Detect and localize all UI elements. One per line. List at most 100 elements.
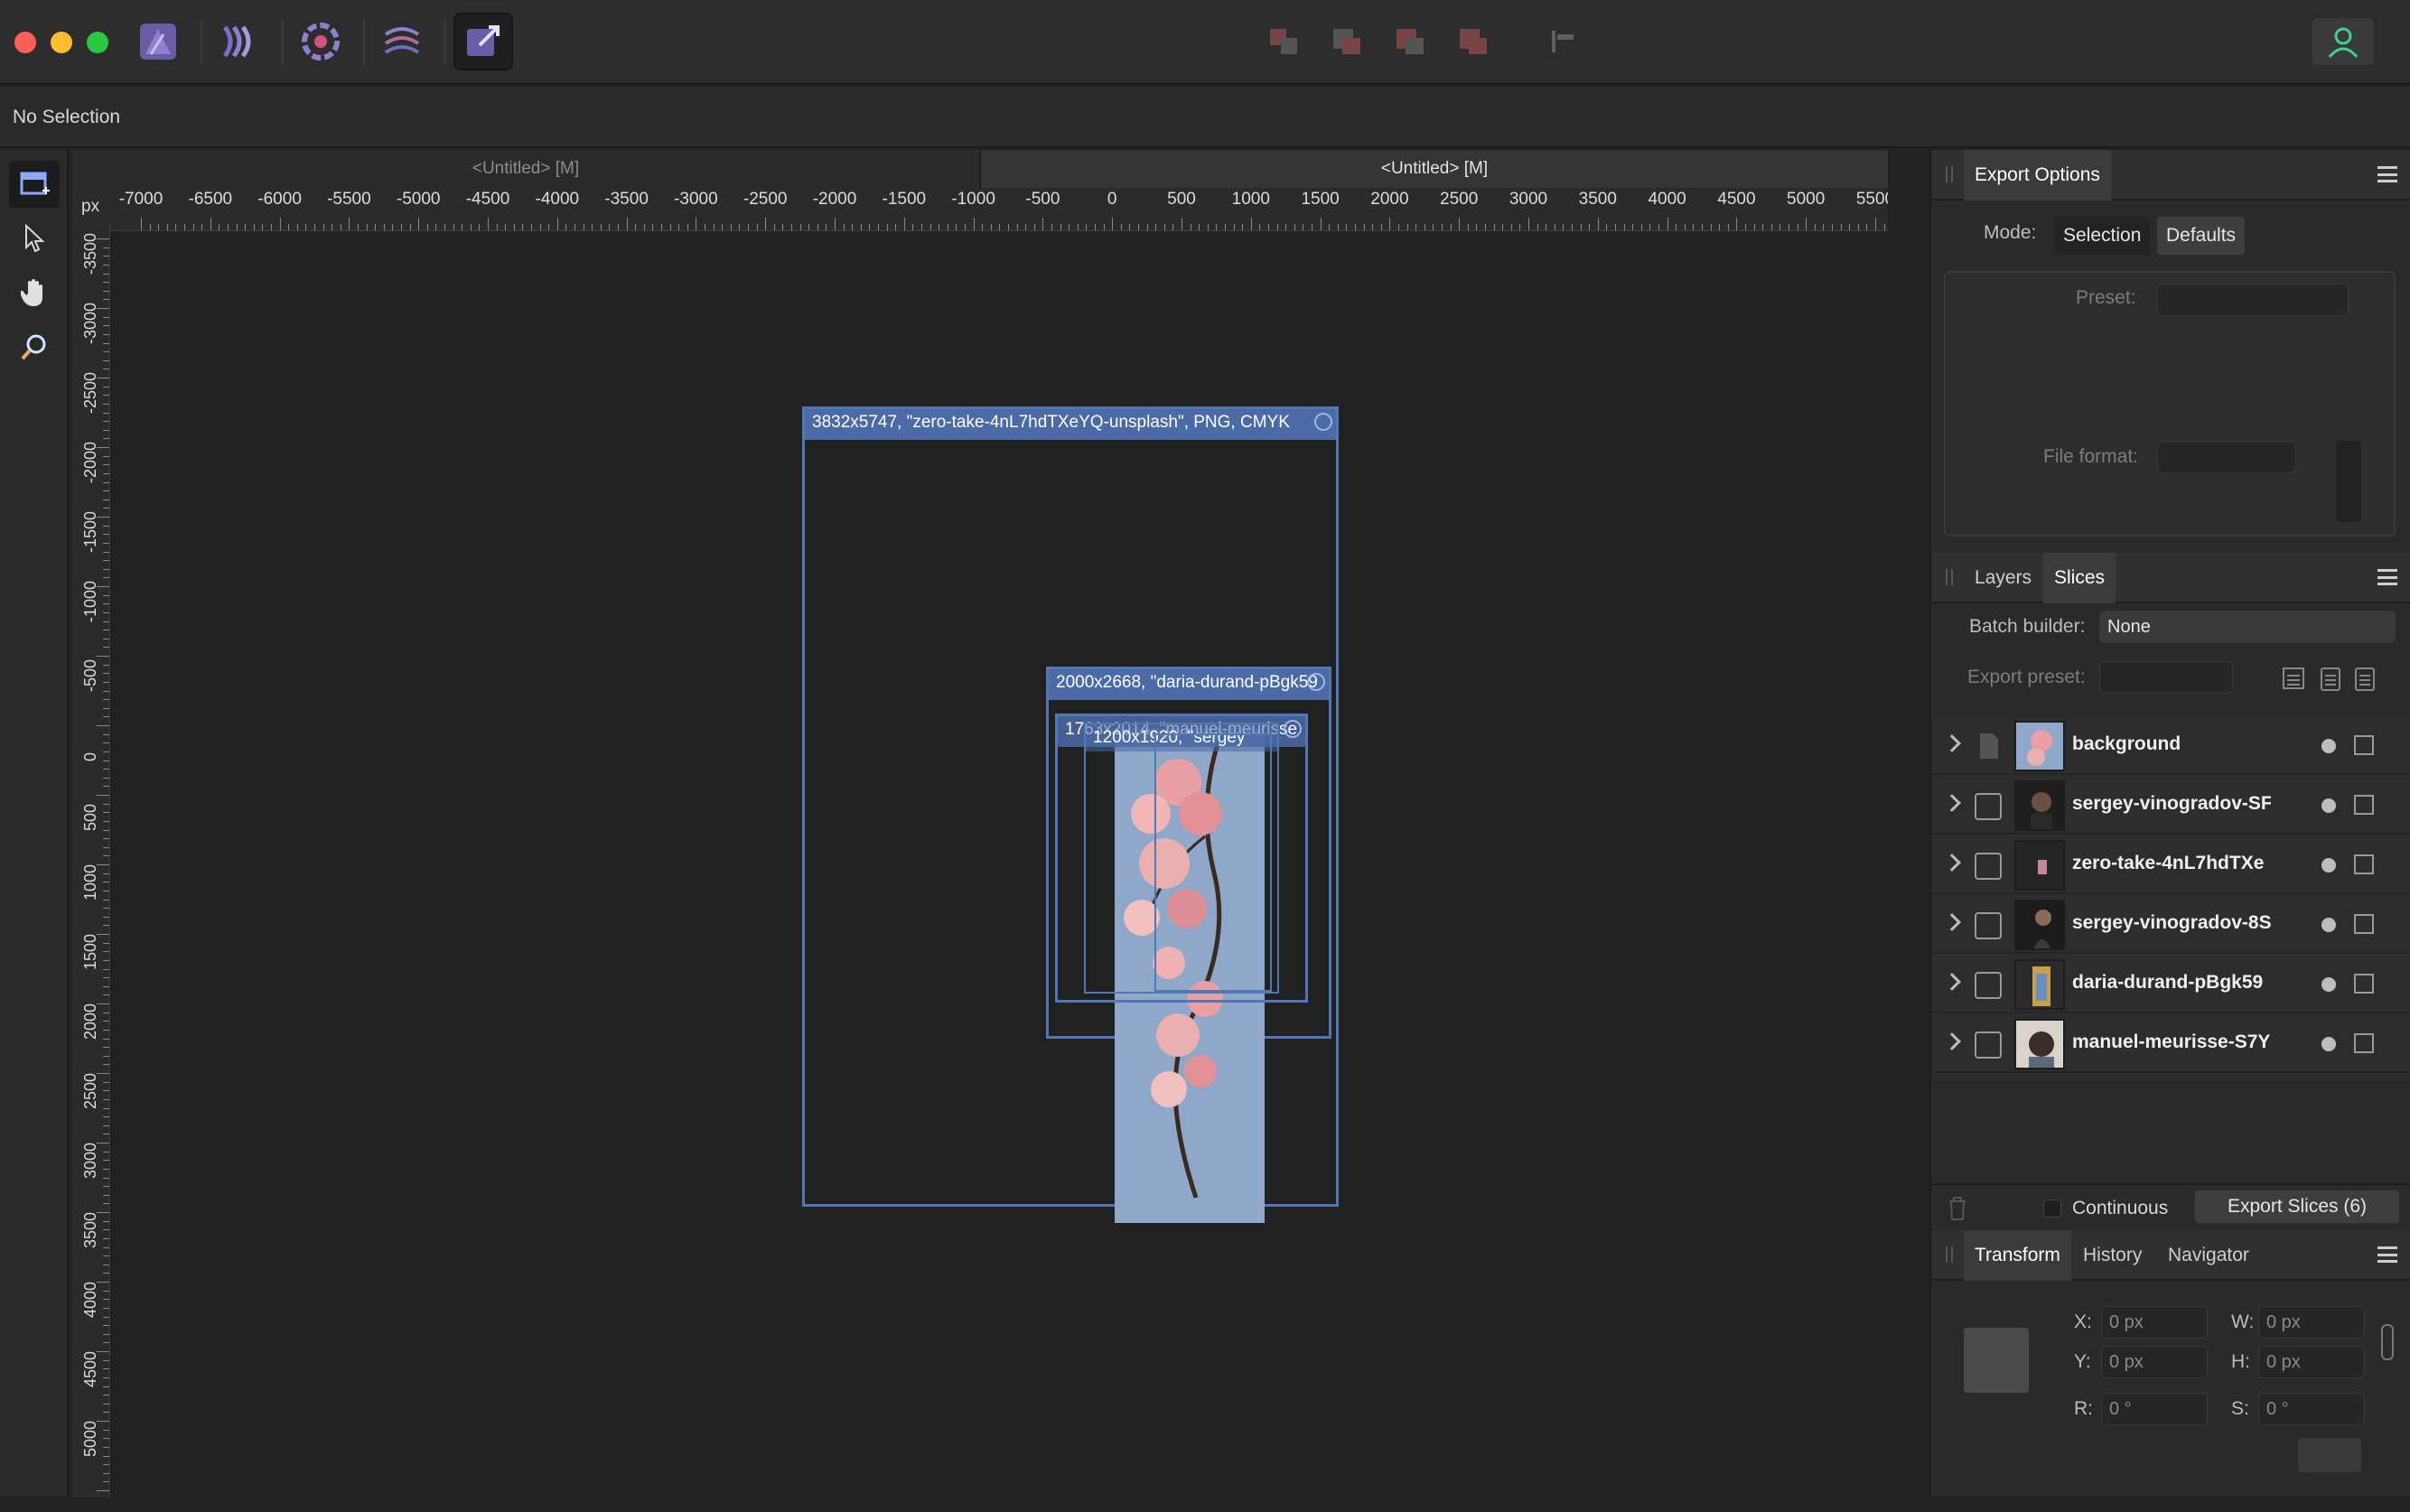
mode-selection-button[interactable]: Selection [2054, 217, 2151, 255]
transform-options-button[interactable] [2298, 1438, 2361, 1472]
trash-icon[interactable] [1946, 1194, 1969, 1221]
export-slice-icon[interactable] [2354, 974, 2374, 994]
shear-field[interactable]: 0 ° [2258, 1393, 2365, 1425]
visibility-dot-icon[interactable] [2321, 739, 2336, 753]
export-slice-icon[interactable] [2354, 854, 2374, 874]
export-slice-icon[interactable] [2354, 914, 2374, 934]
expand-chevron-icon[interactable] [1943, 794, 1961, 812]
slice-sergey-vinogradov-2[interactable] [1154, 733, 1272, 992]
export-slice-icon[interactable] [2354, 735, 2374, 755]
panel-menu-icon[interactable] [2377, 1246, 2397, 1263]
boolean-intersect-icon[interactable] [1393, 25, 1429, 58]
boolean-subtract-icon[interactable] [1330, 25, 1366, 58]
ruler-tick [1172, 224, 1174, 230]
visibility-dot-icon[interactable] [2321, 918, 2336, 932]
batch-builder-select[interactable]: None [2099, 611, 2396, 643]
export-persona-icon[interactable] [453, 13, 513, 70]
slice-export-circle[interactable] [1284, 720, 1302, 738]
ruler-tick [600, 224, 602, 230]
tone-mapping-persona-icon[interactable] [372, 13, 432, 70]
expand-chevron-icon[interactable] [1943, 1032, 1961, 1050]
visibility-dot-icon[interactable] [2321, 977, 2336, 992]
ruler-tick [592, 224, 593, 230]
lock-aspect-icon[interactable] [2381, 1324, 2394, 1360]
image-layer-icon [1975, 912, 2002, 939]
account-button[interactable] [2312, 18, 2374, 65]
continuous-checkbox[interactable] [2043, 1199, 2061, 1218]
tab-history[interactable]: History [2072, 1230, 2153, 1281]
export-options-scrollbar[interactable] [2336, 441, 2361, 522]
tab-transform[interactable]: Transform [1964, 1230, 2071, 1281]
delete-preset-icon[interactable] [2352, 665, 2379, 692]
tab-slices[interactable]: Slices [2043, 553, 2116, 603]
ruler-tick [322, 224, 324, 230]
slice-export-circle[interactable] [1307, 673, 1325, 691]
develop-persona-icon[interactable] [291, 13, 350, 70]
visibility-dot-icon[interactable] [2321, 1037, 2336, 1051]
panel-grip-icon[interactable] [1946, 166, 1953, 182]
visibility-dot-icon[interactable] [2321, 858, 2336, 873]
slice-row[interactable]: manuel-meurisse-S7Y [1931, 1015, 2410, 1073]
ruler-tick [97, 1490, 109, 1491]
panel-grip-icon[interactable] [1946, 569, 1953, 585]
expand-chevron-icon[interactable] [1943, 973, 1961, 991]
expand-chevron-icon[interactable] [1943, 854, 1961, 872]
ruler-tick [1285, 224, 1287, 230]
ruler-tick [97, 1003, 109, 1004]
anchor-point-selector[interactable] [1964, 1328, 2029, 1393]
panel-grip-icon[interactable] [1946, 1246, 1953, 1263]
tab-navigator[interactable]: Navigator [2157, 1230, 2260, 1281]
export-slice-icon[interactable] [2354, 1033, 2374, 1053]
ruler-tick [548, 224, 550, 230]
ruler-tick [1355, 224, 1356, 230]
zoom-window-button[interactable] [87, 32, 108, 53]
ruler-tick [1077, 224, 1079, 230]
canvas[interactable]: 3832x5747, "zero-take-4nL7hdTXeYQ-unspla… [110, 231, 1908, 1496]
tab-document-2[interactable]: <Untitled> [M] [981, 150, 1890, 188]
view-tool[interactable] [9, 269, 60, 316]
minimize-window-button[interactable] [51, 32, 72, 53]
tab-document-1[interactable]: <Untitled> [M] [72, 150, 981, 188]
ruler-tick [245, 224, 247, 230]
h-field[interactable]: 0 px [2258, 1346, 2365, 1378]
ruler-tick [97, 308, 109, 309]
ruler-tick [103, 838, 109, 840]
slice-row[interactable]: background [1931, 717, 2410, 775]
panel-menu-icon[interactable] [2377, 569, 2397, 585]
ruler-y-label: 1500 [81, 933, 99, 970]
slice-tool[interactable] [9, 161, 60, 208]
rotation-field[interactable]: 0 ° [2101, 1393, 2208, 1425]
zoom-tool[interactable] [9, 323, 60, 370]
boolean-add-icon[interactable] [1266, 25, 1303, 58]
export-slice-icon[interactable] [2354, 795, 2374, 815]
close-window-button[interactable] [14, 32, 36, 53]
slice-row[interactable]: zero-take-4nL7hdTXe [1931, 836, 2410, 894]
mode-defaults-button[interactable]: Defaults [2157, 217, 2246, 255]
export-slices-button[interactable]: Export Slices (6) [2195, 1190, 2399, 1223]
preset-select[interactable] [2157, 284, 2349, 316]
liquify-persona-icon[interactable] [210, 13, 269, 70]
slice-export-circle[interactable] [1314, 413, 1332, 431]
panel-menu-icon[interactable] [2377, 166, 2397, 182]
slice-selection-tool[interactable] [9, 215, 60, 262]
x-field[interactable]: 0 px [2101, 1306, 2208, 1339]
slice-row[interactable]: sergey-vinogradov-SF [1931, 777, 2410, 835]
export-preset-select[interactable] [2099, 661, 2233, 694]
tab-layers[interactable]: Layers [1964, 553, 2042, 603]
w-field[interactable]: 0 px [2258, 1306, 2365, 1339]
photo-persona-icon[interactable] [128, 13, 188, 70]
align-icon[interactable] [1546, 25, 1583, 58]
expand-chevron-icon[interactable] [1943, 913, 1961, 931]
slice-row[interactable]: sergey-vinogradov-8S [1931, 896, 2410, 954]
boolean-xor-icon[interactable] [1456, 25, 1492, 58]
ruler-unit: px [72, 188, 108, 224]
visibility-dot-icon[interactable] [2321, 798, 2336, 813]
paste-preset-icon[interactable] [2318, 665, 2345, 692]
x-label: X: [2074, 1311, 2092, 1332]
file-format-select[interactable] [2157, 441, 2296, 473]
tab-export-options[interactable]: Export Options [1964, 150, 2111, 201]
slice-row[interactable]: daria-durand-pBgk59 [1931, 956, 2410, 1013]
expand-chevron-icon[interactable] [1943, 734, 1961, 752]
y-field[interactable]: 0 px [2101, 1346, 2208, 1378]
create-preset-icon[interactable] [2280, 665, 2311, 692]
